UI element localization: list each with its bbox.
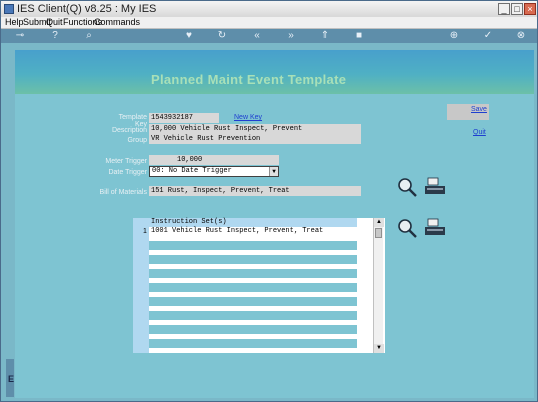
table-row[interactable] (149, 297, 357, 306)
date-trigger-value: 00: No Date Trigger (152, 167, 232, 175)
row-gutter (133, 218, 149, 353)
cancel-icon[interactable]: ⊗ (515, 30, 527, 42)
fast-forward-icon[interactable]: » (285, 30, 297, 42)
bom-label: Bill of Materials (99, 189, 147, 196)
instruction-grid: 1 Instruction Set(s) 1001 Vehicle Rust I… (133, 218, 385, 353)
title-bar: IES Client(Q) v8.25 : My IES _ □ × (1, 1, 537, 17)
refresh-icon[interactable]: ↻ (216, 30, 228, 42)
minimize-button[interactable]: _ (498, 3, 510, 15)
save-link[interactable]: Save (471, 106, 487, 113)
rewind-icon[interactable]: « (251, 30, 263, 42)
main-content: Template Key 1543932187 New Key Descript… (15, 94, 534, 398)
side-letter: E (8, 374, 15, 384)
chevron-down-icon[interactable]: ▼ (269, 167, 278, 176)
printer-icon[interactable] (424, 176, 446, 196)
window-title: IES Client(Q) v8.25 : My IES (17, 3, 157, 15)
template-key-label: Template Key (118, 114, 147, 128)
scroll-up-icon[interactable]: ▲ (374, 218, 384, 227)
new-key-link[interactable]: New Key (234, 114, 262, 121)
scroll-down-icon[interactable]: ▼ (374, 344, 384, 353)
menu-bar: Help Submit Quit Functions Commands (1, 17, 537, 29)
grid-scrollbar[interactable]: ▲ ▼ (373, 218, 384, 353)
row-indicator: 1 (143, 228, 147, 235)
table-row[interactable] (149, 255, 357, 264)
description-field[interactable]: 10,000 Vehicle Rust Inspect, Prevent (149, 124, 361, 134)
table-row[interactable] (149, 269, 357, 278)
meter-trigger-field[interactable]: 10,000 (149, 155, 279, 165)
key-icon[interactable]: ⊸ (11, 30, 29, 42)
group-label: Group (127, 137, 147, 144)
app-icon (4, 4, 14, 14)
menu-help[interactable]: Help (5, 17, 24, 27)
table-row[interactable] (149, 283, 357, 292)
meter-trigger-label: Meter Trigger (105, 158, 147, 165)
upload-icon[interactable]: ⇑ (319, 30, 331, 42)
printer-icon[interactable] (424, 217, 446, 237)
grid-header: Instruction Set(s) (149, 218, 357, 227)
heart-icon[interactable]: ♥ (183, 30, 195, 42)
check-icon[interactable]: ✓ (482, 30, 494, 42)
maximize-button[interactable]: □ (511, 3, 523, 15)
add-icon[interactable]: ⊕ (448, 30, 460, 42)
quit-link[interactable]: Quit (473, 129, 486, 136)
stop-icon[interactable]: ■ (353, 30, 365, 42)
table-row[interactable]: 1001 Vehicle Rust Inspect, Prevent, Trea… (149, 227, 357, 236)
menu-quit[interactable]: Quit (46, 17, 63, 27)
bom-field[interactable]: 151 Rust, Inspect, Prevent, Treat (149, 186, 361, 196)
table-row[interactable] (149, 241, 357, 250)
date-trigger-select[interactable]: 00: No Date Trigger ▼ (149, 166, 279, 177)
toolbar: ⊸ ? ⌕ ♥ ↻ « » ⇑ ■ ⊕ ✓ ⊗ (1, 29, 537, 43)
date-trigger-label: Date Trigger (108, 169, 147, 176)
close-button[interactable]: × (524, 3, 536, 15)
page-header: Planned Maint Event Template (15, 50, 534, 94)
magnifier-icon[interactable] (397, 218, 419, 238)
search-icon[interactable]: ⌕ (83, 30, 95, 42)
page-title: Planned Maint Event Template (151, 72, 347, 87)
help-icon[interactable]: ? (49, 30, 61, 42)
app-window: IES Client(Q) v8.25 : My IES _ □ × Help … (0, 0, 538, 402)
template-key-field[interactable]: 1543932187 (149, 113, 219, 123)
table-row[interactable] (149, 311, 357, 320)
menu-commands[interactable]: Commands (94, 17, 140, 27)
table-row[interactable] (149, 325, 357, 334)
description-label: Description (111, 127, 147, 134)
magnifier-icon[interactable] (397, 177, 419, 197)
group-field[interactable]: VR Vehicle Rust Prevention (149, 134, 361, 144)
scroll-thumb[interactable] (375, 228, 382, 238)
table-row[interactable] (149, 339, 357, 348)
